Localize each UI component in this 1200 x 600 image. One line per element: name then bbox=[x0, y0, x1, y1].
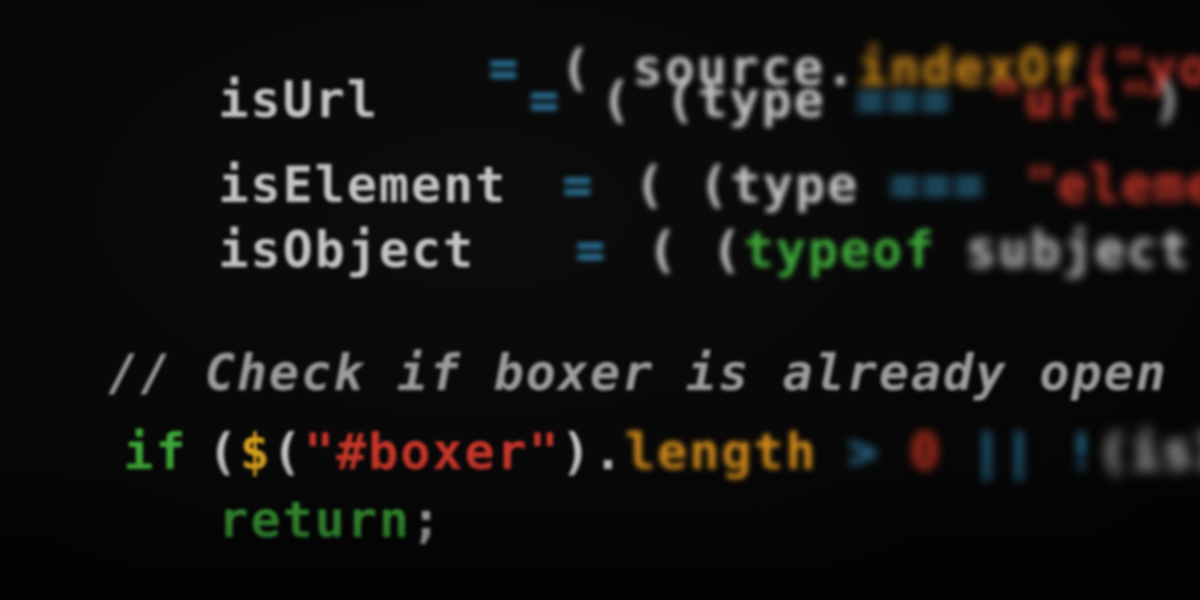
paren: ( ( bbox=[647, 221, 744, 279]
subject-token: subject bbox=[966, 221, 1192, 279]
isimage-token: (isImage bbox=[1098, 423, 1200, 481]
code-photo: =(source.indexOf("youtube isUrl=( (type=… bbox=[0, 0, 1200, 600]
length-property: length bbox=[625, 423, 818, 481]
code-line-return: return; bbox=[90, 430, 443, 600]
zero-literal: 0 bbox=[909, 423, 942, 481]
close-paren-dot: ). bbox=[560, 423, 626, 481]
not-operator: ! bbox=[1066, 423, 1099, 481]
semicolon: ; bbox=[411, 491, 444, 549]
assign-operator: = bbox=[575, 221, 608, 279]
greater-than-operator: > bbox=[847, 423, 880, 481]
variable-isobject: isObject bbox=[218, 221, 476, 279]
return-keyword: return bbox=[218, 491, 412, 549]
or-operator: || bbox=[971, 423, 1037, 481]
typeof-keyword: typeof bbox=[743, 221, 937, 279]
